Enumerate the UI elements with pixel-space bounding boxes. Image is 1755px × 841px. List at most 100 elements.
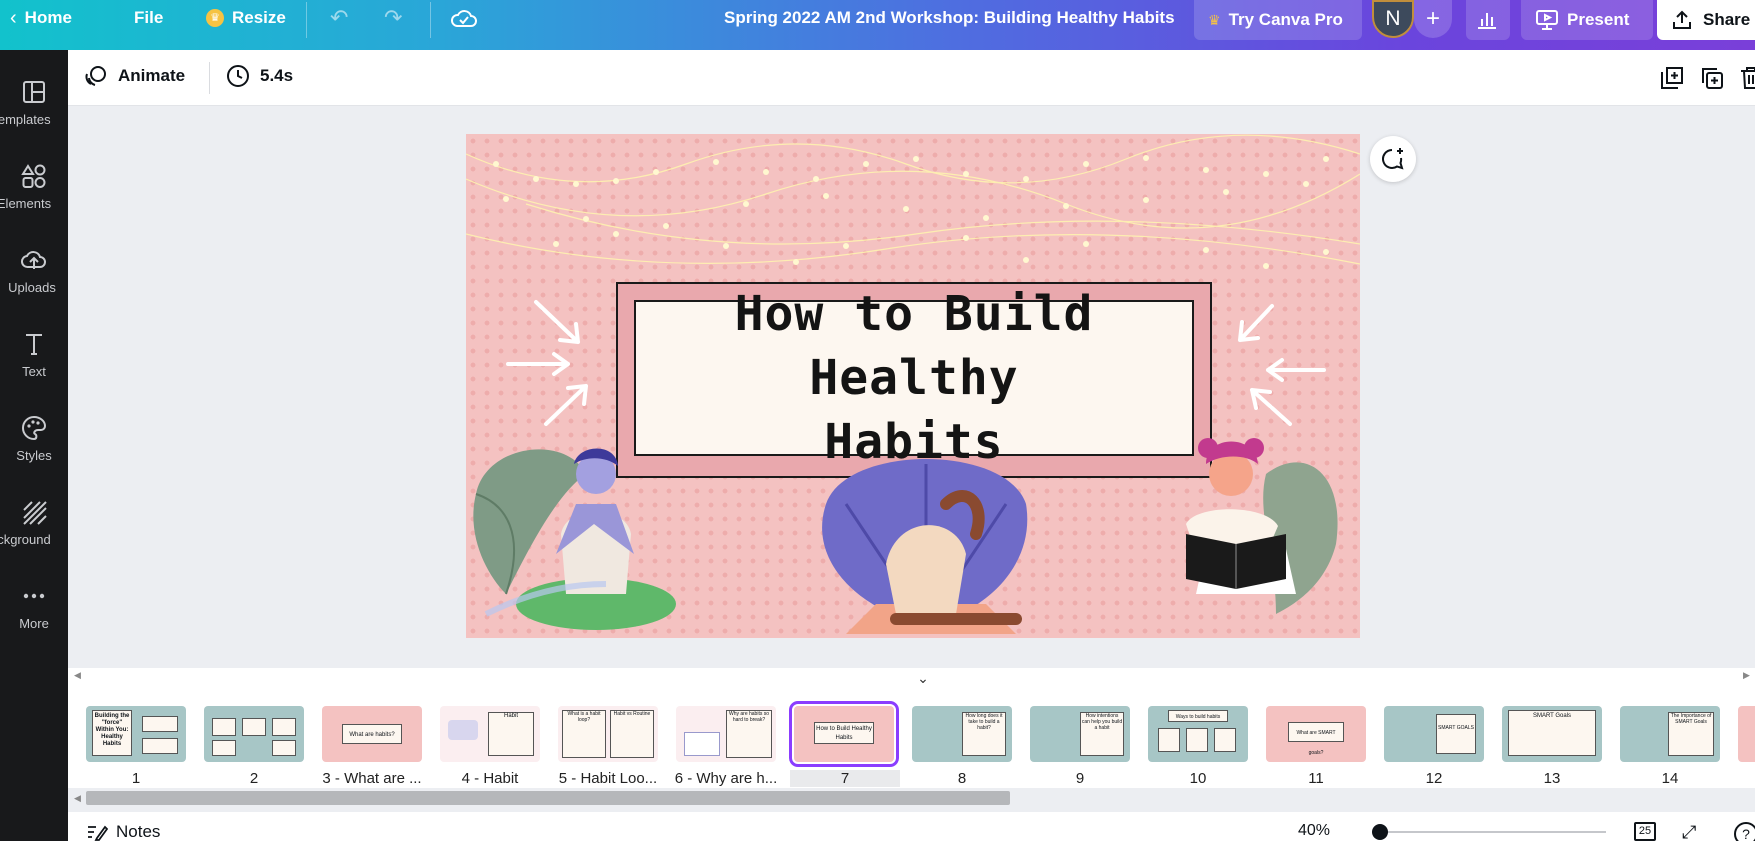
share-label: Share — [1703, 10, 1751, 29]
page-thumbnail-1[interactable]: Building the "force" Within You: Healthy… — [86, 706, 186, 762]
resize-button[interactable]: ♛ Resize — [206, 0, 286, 36]
file-menu-button[interactable]: File — [134, 0, 163, 36]
page-number: 13 — [1543, 770, 1561, 787]
scroll-right-icon[interactable]: ▶ — [1743, 670, 1750, 681]
avatar[interactable]: N — [1372, 0, 1414, 38]
sidebar-item-label: Uploads — [8, 280, 56, 295]
home-button[interactable]: ‹ Home — [10, 0, 72, 36]
try-canva-pro-button[interactable]: ♛ Try Canva Pro — [1194, 0, 1362, 40]
fullscreen-icon[interactable]: ⤢ — [1682, 822, 1696, 841]
duration-label: 5.4s — [260, 66, 294, 85]
sidebar-item-templates[interactable]: Templates — [0, 60, 68, 140]
resize-label: Resize — [232, 8, 286, 27]
page-number: 11 — [1308, 770, 1324, 787]
page-thumbnail-7[interactable]: How to Build Healthy Habits — [789, 701, 899, 767]
page-thumbnail-13[interactable]: SMART Goals — [1502, 706, 1602, 762]
page-number: 7 — [790, 770, 900, 787]
page-thumbnail-2[interactable] — [204, 706, 304, 762]
collapse-filmstrip-button[interactable]: ⌄ — [880, 670, 966, 686]
page-thumbnail-12[interactable]: SMART GOALS — [1384, 706, 1484, 762]
crown-icon: ♛ — [1208, 11, 1221, 28]
sidebar-item-label: Templates — [0, 112, 51, 127]
thumbnail-title: How to Build Healthy Habits — [814, 722, 874, 744]
page-thumbnail-9[interactable]: How intentions can help you build a habi… — [1030, 706, 1130, 762]
sidebar-item-more[interactable]: More — [0, 564, 68, 644]
add-comment-button[interactable] — [1370, 136, 1416, 182]
add-page-icon[interactable] — [1658, 64, 1686, 92]
share-button[interactable]: Share — [1657, 0, 1755, 40]
delete-page-icon[interactable] — [1737, 64, 1755, 92]
page-thumbnail-8[interactable]: How long does it take to build a habit? — [912, 706, 1012, 762]
thumbnail-title: Ways to build habits — [1168, 710, 1228, 722]
chevron-down-icon: ⌄ — [917, 670, 929, 686]
page-label: 6 - Why are h... — [674, 770, 778, 787]
page-number: 9 — [1075, 770, 1085, 787]
page-thumbnail-next[interactable] — [1738, 706, 1755, 762]
undo-button[interactable]: ↶ — [330, 0, 348, 36]
scroll-left-icon[interactable]: ◀ — [74, 793, 81, 804]
page-number: 10 — [1189, 770, 1207, 787]
duplicate-page-icon[interactable] — [1698, 64, 1726, 92]
zoom-level[interactable]: 40% — [1298, 822, 1330, 840]
present-button[interactable]: Present — [1521, 0, 1653, 40]
zoom-slider-handle[interactable] — [1372, 824, 1388, 840]
sidebar-item-text[interactable]: Text — [0, 312, 68, 392]
page-label: 3 - What are ... — [322, 770, 422, 787]
invite-plus-button[interactable]: + — [1414, 0, 1452, 38]
duration-button[interactable]: 5.4s — [226, 64, 293, 88]
crown-icon: ♛ — [206, 9, 224, 27]
page-thumbnail-11[interactable]: What are SMART goals? — [1266, 706, 1366, 762]
journaling-person-illustration — [1186, 438, 1338, 614]
home-label: Home — [24, 8, 72, 27]
page-number: 2 — [249, 770, 259, 787]
plus-icon: + — [1425, 5, 1440, 32]
notes-button[interactable]: Notes — [86, 822, 160, 841]
sidebar-item-uploads[interactable]: Uploads — [0, 228, 68, 308]
templates-icon — [23, 81, 45, 103]
meditating-person-illustration — [473, 448, 676, 630]
page-thumbnail-4[interactable]: Habit — [440, 706, 540, 762]
background-icon — [23, 501, 47, 525]
text-icon — [26, 334, 42, 355]
page-thumbnail-6[interactable]: Why are habits so hard to break? — [676, 706, 776, 762]
document-title[interactable]: Spring 2022 AM 2nd Workshop: Building He… — [724, 8, 1175, 28]
animate-label: Animate — [118, 66, 186, 85]
clock-icon — [227, 65, 249, 87]
animate-icon — [85, 66, 106, 86]
sidebar-item-label: Elements — [0, 196, 52, 211]
upload-share-icon — [1673, 10, 1691, 29]
zoom-slider-track[interactable] — [1372, 831, 1606, 833]
cloud-sync-button[interactable] — [450, 0, 478, 36]
thumbnail-title: Habit — [488, 712, 534, 756]
page-grid-button[interactable]: 25 — [1634, 822, 1656, 841]
help-icon[interactable]: ? — [1734, 822, 1755, 841]
page-number: 14 — [1661, 770, 1679, 787]
insights-button[interactable] — [1466, 0, 1510, 40]
left-arrows-decoration — [506, 300, 588, 426]
thumbnail-title: What are SMART goals? — [1288, 722, 1344, 756]
thumbnail-title: Habit vs Routine — [610, 710, 654, 758]
try-pro-label: Try Canva Pro — [1228, 10, 1343, 29]
filmstrip-scrollbar[interactable] — [86, 791, 1010, 805]
more-icon — [23, 593, 45, 599]
sidebar-item-elements[interactable]: Elements — [0, 144, 68, 224]
scroll-left-icon[interactable]: ◀ — [74, 670, 81, 681]
present-label: Present — [1567, 10, 1630, 29]
elements-icon — [21, 164, 46, 188]
animate-button[interactable]: Animate — [84, 64, 185, 88]
page-thumbnail-3[interactable]: What are habits? — [322, 706, 422, 762]
styles-icon — [22, 415, 47, 441]
page-thumbnail-14[interactable]: The Importance of SMART Goals — [1620, 706, 1720, 762]
page-thumbnail-5[interactable]: What is a habit loop? Habit vs Routine — [558, 706, 658, 762]
sidebar-item-label: More — [19, 616, 49, 631]
slide-canvas[interactable]: How to Build Healthy Habits — [466, 134, 1360, 638]
redo-button[interactable]: ↷ — [384, 0, 402, 36]
sidebar-item-styles[interactable]: Styles — [0, 396, 68, 476]
present-icon — [1536, 10, 1558, 30]
page-thumbnail-10[interactable]: Ways to build habits — [1148, 706, 1248, 762]
avatar-initial: N — [1385, 7, 1401, 30]
sidebar-item-background[interactable]: Background — [0, 480, 68, 560]
divider — [306, 2, 307, 38]
title-frame[interactable]: How to Build Healthy Habits — [634, 286, 1194, 470]
page-number: 1 — [131, 770, 141, 787]
